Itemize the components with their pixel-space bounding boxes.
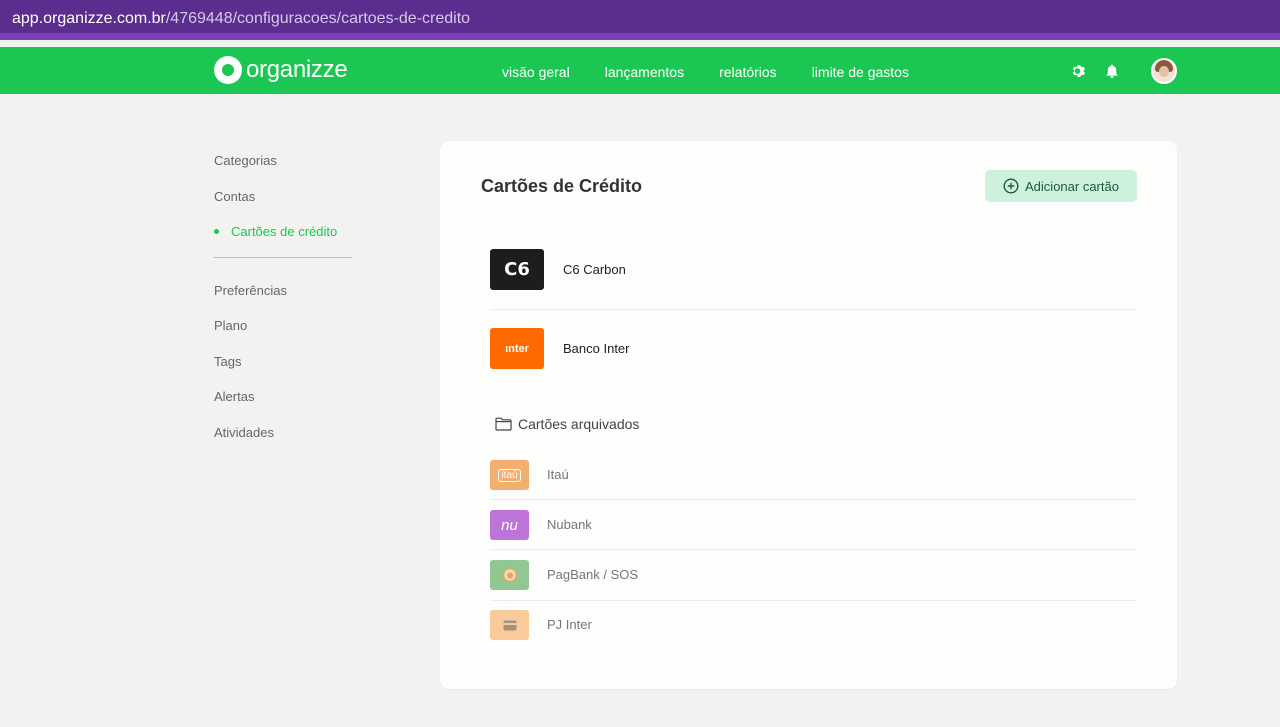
logo-mark-icon bbox=[214, 56, 242, 84]
sidebar-divider bbox=[214, 256, 352, 258]
archived-card-row[interactable]: nu Nubank bbox=[490, 510, 1136, 560]
c6-logo-text: C6 bbox=[504, 259, 530, 280]
user-avatar[interactable] bbox=[1151, 58, 1177, 84]
logo-text: organizze bbox=[246, 56, 348, 83]
archived-card-row[interactable]: itaú Itaú bbox=[490, 460, 1136, 510]
archived-card-row[interactable]: PagBank / SOS bbox=[490, 560, 1136, 610]
browser-stripe bbox=[0, 33, 1280, 40]
itau-logo-icon: itaú bbox=[490, 460, 529, 490]
nubank-logo-icon: nu bbox=[490, 510, 529, 540]
sidebar-item-atividades[interactable]: Atividades bbox=[214, 422, 354, 458]
sidebar-item-preferencias[interactable]: Preferências bbox=[214, 280, 354, 316]
card-name: PJ Inter bbox=[547, 617, 592, 632]
settings-sidebar: Categorias Contas Cartões de crédito Pre… bbox=[214, 150, 354, 457]
app-header: organizze visão geral lançamentos relató… bbox=[0, 47, 1280, 94]
row-divider bbox=[490, 600, 1136, 601]
card-row[interactable]: ınter Banco Inter bbox=[490, 328, 1136, 408]
nav-limite-de-gastos[interactable]: limite de gastos bbox=[812, 64, 909, 80]
organizze-logo[interactable]: organizze bbox=[214, 56, 348, 84]
row-divider bbox=[490, 549, 1136, 550]
archived-cards-label: Cartões arquivados bbox=[518, 416, 640, 432]
card-name: PagBank / SOS bbox=[547, 567, 639, 582]
add-card-label: Adicionar cartão bbox=[1025, 178, 1119, 194]
itau-logo-text: itaú bbox=[498, 468, 521, 482]
main-nav: visão geral lançamentos relatórios limit… bbox=[502, 64, 944, 80]
bell-icon[interactable] bbox=[1104, 63, 1120, 79]
inter-logo-icon: ınter bbox=[490, 328, 544, 369]
sidebar-item-tags[interactable]: Tags bbox=[214, 351, 354, 387]
plus-circle-icon bbox=[1003, 178, 1019, 194]
card-name: Banco Inter bbox=[563, 341, 630, 356]
generic-card-logo-icon bbox=[490, 610, 529, 640]
card-row[interactable]: C6 C6 Carbon bbox=[490, 249, 1136, 329]
pagbank-logo-icon bbox=[490, 560, 529, 590]
sidebar-item-alertas[interactable]: Alertas bbox=[214, 386, 354, 422]
folder-icon bbox=[495, 417, 512, 431]
sidebar-item-cartoes-de-credito[interactable]: Cartões de crédito bbox=[214, 221, 354, 257]
url-text[interactable]: app.organizze.com.br/4769448/configuraco… bbox=[12, 10, 470, 28]
gear-icon[interactable] bbox=[1071, 63, 1087, 79]
add-card-button[interactable]: Adicionar cartão bbox=[985, 170, 1137, 202]
credit-card-icon bbox=[503, 620, 516, 630]
avatar-face bbox=[1159, 66, 1169, 77]
card-name: C6 Carbon bbox=[563, 262, 626, 277]
sidebar-item-categorias[interactable]: Categorias bbox=[214, 150, 354, 186]
card-name: Itaú bbox=[547, 467, 569, 482]
browser-url-bar[interactable]: app.organizze.com.br/4769448/configuraco… bbox=[0, 0, 1280, 40]
nav-relatorios[interactable]: relatórios bbox=[719, 64, 777, 80]
row-divider bbox=[490, 309, 1136, 310]
page-title: Cartões de Crédito bbox=[481, 176, 643, 196]
nav-lancamentos[interactable]: lançamentos bbox=[605, 64, 684, 80]
row-divider bbox=[490, 499, 1136, 500]
pagbank-emblem-icon bbox=[502, 567, 517, 583]
sidebar-item-plano[interactable]: Plano bbox=[214, 315, 354, 351]
card-name: Nubank bbox=[547, 517, 592, 532]
c6-logo-icon: C6 bbox=[490, 249, 544, 290]
nav-visao-geral[interactable]: visão geral bbox=[502, 64, 570, 80]
archived-card-row[interactable]: PJ Inter bbox=[490, 610, 1136, 660]
archived-cards-header[interactable]: Cartões arquivados bbox=[495, 416, 639, 432]
inter-logo-text: ınter bbox=[505, 342, 529, 355]
nubank-logo-text: nu bbox=[501, 516, 518, 534]
sidebar-item-contas[interactable]: Contas bbox=[214, 186, 354, 222]
credit-cards-panel: Cartões de Crédito Adicionar cartão C6 C… bbox=[440, 141, 1177, 689]
